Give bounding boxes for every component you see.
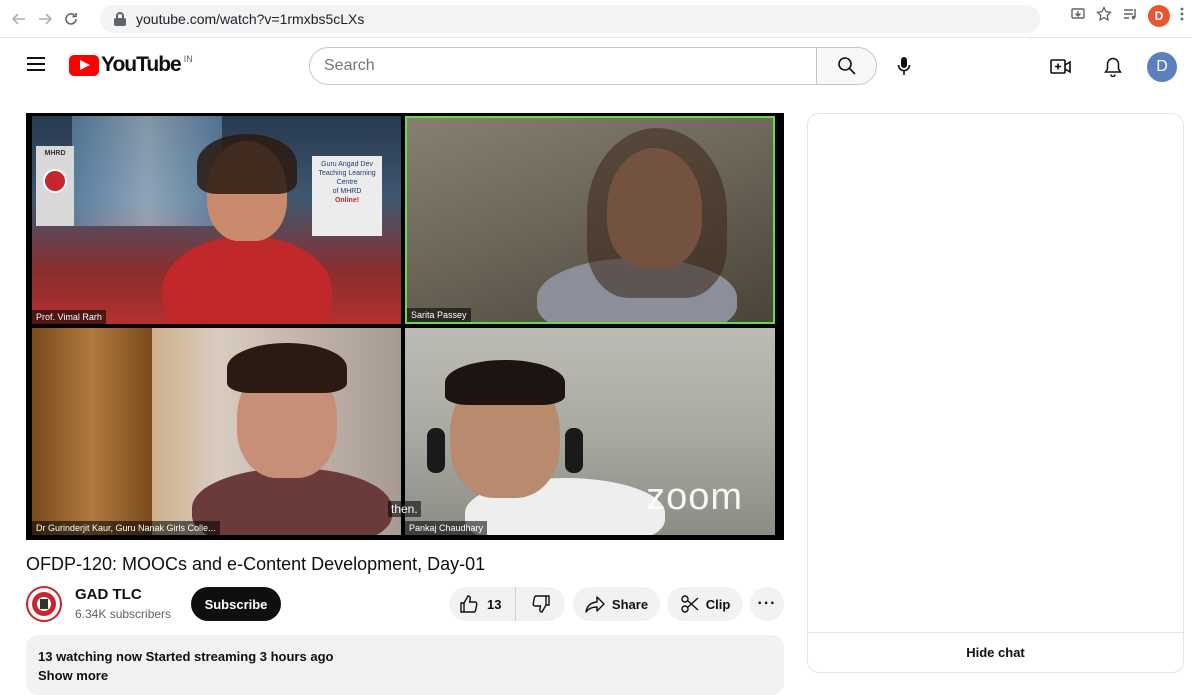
bell-icon xyxy=(1104,57,1122,77)
share-arrow-icon xyxy=(585,596,605,613)
video-player[interactable]: MHRD Guru Angad Dev Teaching Learning Ce… xyxy=(26,113,784,540)
share-label: Share xyxy=(611,596,649,612)
more-actions-button[interactable]: ··· xyxy=(750,587,784,621)
account-avatar[interactable]: D xyxy=(1147,52,1177,82)
channel-name[interactable]: GAD TLC xyxy=(75,586,142,603)
participant-hair xyxy=(227,343,347,393)
hide-chat-button[interactable]: Hide chat xyxy=(808,632,1183,672)
subscriber-count: 6.34K subscribers xyxy=(75,607,172,621)
subscribe-button[interactable]: Subscribe xyxy=(191,587,281,621)
dislike-button[interactable] xyxy=(516,594,565,614)
address-bar[interactable]: youtube.com/watch?v=1rmxbs5cLXs xyxy=(100,5,1040,33)
emblem-icon xyxy=(43,169,67,193)
participant-tile: Dr Gurinderjit Kaur, Guru Nanak Girls Co… xyxy=(32,328,401,535)
banner-line: of MHRD xyxy=(332,188,362,195)
like-dislike-group: 13 xyxy=(449,587,565,621)
logo-text: YouTube xyxy=(101,53,182,76)
headphones-icon xyxy=(427,428,445,473)
youtube-play-logo-icon xyxy=(69,54,99,76)
participant-figure xyxy=(192,468,392,535)
banner-line: Online! xyxy=(334,197,360,204)
header-actions: D xyxy=(1029,47,1180,87)
youtube-logo[interactable]: YouTube IN xyxy=(69,53,193,77)
description-box[interactable]: 13 watching now Started streaming 3 hour… xyxy=(26,635,784,695)
back-arrow-icon[interactable] xyxy=(6,6,32,32)
channel-avatar[interactable] xyxy=(26,586,62,622)
clip-label: Clip xyxy=(705,596,731,612)
participant-hair xyxy=(197,134,297,194)
participant-figure xyxy=(162,236,332,324)
mhrd-label: MHRD xyxy=(44,150,66,157)
participant-name: Dr Gurinderjit Kaur, Guru Nanak Girls Co… xyxy=(32,521,220,535)
participant-name: Prof. Vimal Rarh xyxy=(32,310,106,324)
voice-search-button[interactable] xyxy=(885,47,923,85)
url-text: youtube.com/watch?v=1rmxbs5cLXs xyxy=(136,11,365,27)
browser-toolbar: youtube.com/watch?v=1rmxbs5cLXs D xyxy=(0,0,1192,38)
browser-profile-avatar[interactable]: D xyxy=(1148,5,1170,27)
microphone-icon xyxy=(897,57,911,75)
create-video-icon xyxy=(1050,59,1071,74)
show-more-link[interactable]: Show more xyxy=(38,668,772,683)
bookmark-star-icon[interactable] xyxy=(1096,5,1112,27)
description-stats: 13 watching now Started streaming 3 hour… xyxy=(38,649,334,664)
live-chat-panel: Hide chat xyxy=(807,113,1184,673)
banner-line: Guru Angad Dev xyxy=(321,161,373,168)
channel-row: GAD TLC 6.34K subscribers Subscribe 13 S… xyxy=(26,586,784,622)
like-button[interactable]: 13 xyxy=(449,587,516,621)
install-app-icon[interactable] xyxy=(1070,6,1086,27)
banner-line: Teaching Learning xyxy=(318,170,376,177)
reload-icon[interactable] xyxy=(58,6,84,32)
zoom-watermark: zoom xyxy=(646,476,743,518)
participant-hair xyxy=(587,128,727,298)
create-button[interactable] xyxy=(1041,47,1081,87)
notifications-button[interactable] xyxy=(1093,47,1133,87)
search-button[interactable] xyxy=(816,47,877,85)
video-title: OFDP-120: MOOCs and e-Content Developmen… xyxy=(26,554,486,574)
like-count: 13 xyxy=(487,596,502,612)
share-button[interactable]: Share xyxy=(573,587,660,621)
participant-hair xyxy=(445,360,565,405)
headphones-icon xyxy=(565,428,583,473)
scissors-icon xyxy=(681,595,699,613)
centre-banner: Guru Angad Dev Teaching Learning Centre … xyxy=(312,156,382,236)
live-caption: then. xyxy=(388,501,421,517)
participant-name: Sarita Passey xyxy=(407,308,471,322)
participant-tile-active-speaker: Sarita Passey xyxy=(405,116,775,324)
browser-menu-icon[interactable] xyxy=(1180,7,1184,26)
mhrd-logo-panel: MHRD xyxy=(36,146,74,226)
channel-emblem-icon xyxy=(32,592,56,616)
lock-icon xyxy=(114,12,126,26)
participant-name: Pankaj Chaudhary xyxy=(405,521,488,535)
wardrobe xyxy=(32,328,152,535)
clip-button[interactable]: Clip xyxy=(667,587,743,621)
logo-country-code: IN xyxy=(183,54,193,64)
search-icon xyxy=(837,57,856,75)
youtube-header: YouTube IN D xyxy=(0,38,1192,94)
thumbs-down-icon xyxy=(531,595,550,613)
search-bar xyxy=(309,47,877,85)
thumbs-up-icon xyxy=(460,595,478,613)
participant-tile: MHRD Guru Angad Dev Teaching Learning Ce… xyxy=(32,116,401,324)
banner-line: Centre xyxy=(336,179,358,186)
media-control-icon[interactable] xyxy=(1122,6,1138,27)
menu-icon[interactable] xyxy=(27,57,45,71)
browser-actions: D xyxy=(1070,5,1184,27)
participant-tile: zoom Pankaj Chaudhary xyxy=(405,328,775,535)
forward-arrow-icon[interactable] xyxy=(32,6,58,32)
search-input[interactable] xyxy=(309,47,816,85)
